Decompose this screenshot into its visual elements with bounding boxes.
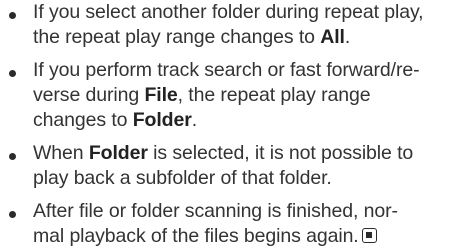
text: play back a subfolder of that folder. xyxy=(33,167,332,189)
text: mal playback of the files begins again. xyxy=(33,225,359,247)
text-line: verse during File, the repeat play range xyxy=(33,83,371,107)
text: , the repeat play range xyxy=(177,84,371,106)
document-page: If you select another folder during repe… xyxy=(0,0,456,250)
text: If you perform track search or fast forw… xyxy=(33,59,420,81)
bold-term: Folder xyxy=(88,142,148,164)
text-line: changes to Folder. xyxy=(33,108,197,132)
text-line: If you perform track search or fast forw… xyxy=(33,58,420,82)
text: is selected, it is not possible to xyxy=(147,142,414,164)
text-line: If you select another folder during repe… xyxy=(33,0,424,24)
text-line: play back a subfolder of that folder. xyxy=(33,166,332,190)
bullet-icon xyxy=(9,12,16,19)
bold-term: Folder xyxy=(132,109,192,131)
text-line: When Folder is selected, it is not possi… xyxy=(33,141,413,165)
bold-term: File xyxy=(144,84,178,106)
text: When xyxy=(33,142,89,164)
text: the repeat play range changes to xyxy=(33,26,321,48)
text: verse during xyxy=(33,84,145,106)
bullet-icon xyxy=(9,70,16,77)
bold-term: All xyxy=(320,26,345,48)
text: After file or folder scanning is finishe… xyxy=(33,200,398,222)
text: . xyxy=(344,26,351,48)
text-line: mal playback of the files begins again. xyxy=(33,224,377,248)
text: If you select another folder during repe… xyxy=(33,1,424,23)
text: changes to xyxy=(33,109,133,131)
text: . xyxy=(191,109,198,131)
bullet-icon xyxy=(9,211,16,218)
bullet-icon xyxy=(9,153,16,160)
text-line: the repeat play range changes to All. xyxy=(33,25,350,49)
end-of-section-icon xyxy=(361,228,377,243)
text-line: After file or folder scanning is finishe… xyxy=(33,199,398,223)
